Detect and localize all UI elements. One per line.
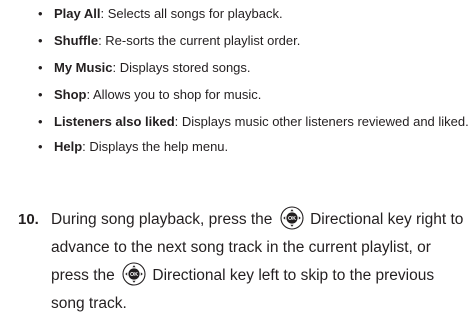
bullet-icon: • bbox=[38, 87, 43, 102]
bullet-icon: • bbox=[38, 114, 43, 129]
bullet-icon: • bbox=[38, 6, 43, 21]
ok-key-label: OK bbox=[130, 272, 138, 278]
list-item-shop: • Shop: Allows you to shop for music. bbox=[38, 86, 470, 104]
option-description: : Displays music other listeners reviewe… bbox=[174, 114, 469, 129]
option-term: My Music bbox=[54, 60, 113, 75]
ok-directional-key-icon: OK bbox=[122, 262, 146, 286]
option-description: : Displays stored songs. bbox=[112, 60, 251, 75]
list-item-play-all: • Play All: Selects all songs for playbac… bbox=[38, 5, 470, 23]
ok-directional-key-icon: OK bbox=[280, 206, 304, 230]
option-term: Shuffle bbox=[54, 33, 99, 48]
option-term: Help bbox=[54, 139, 83, 154]
option-term: Play All bbox=[54, 6, 101, 21]
manual-page: • Play All: Selects all songs for playbac… bbox=[0, 0, 473, 318]
menu-option-list: • Play All: Selects all songs for playbac… bbox=[38, 5, 470, 165]
option-description: : Displays the help menu. bbox=[82, 139, 229, 154]
ok-key-label: OK bbox=[288, 216, 296, 222]
bullet-icon: • bbox=[38, 139, 43, 154]
list-item-help: • Help: Displays the help menu. bbox=[38, 138, 470, 156]
bullet-icon: • bbox=[38, 60, 43, 75]
option-term: Shop bbox=[54, 87, 87, 102]
list-item-listeners-also-liked: • Listeners also liked: Displays music ot… bbox=[38, 113, 470, 131]
list-item-my-music: • My Music: Displays stored songs. bbox=[38, 59, 470, 77]
list-item-shuffle: • Shuffle: Re-sorts the current playlist … bbox=[38, 32, 470, 50]
bullet-icon: • bbox=[38, 33, 43, 48]
option-description: : Allows you to shop for music. bbox=[86, 87, 262, 102]
step-number: 10. bbox=[18, 211, 39, 228]
option-description: : Selects all songs for playback. bbox=[100, 6, 283, 21]
option-term: Listeners also liked bbox=[54, 114, 175, 129]
step-text-part-1: During song playback, press the bbox=[51, 211, 273, 228]
option-description: : Re-sorts the current playlist order. bbox=[98, 33, 301, 48]
step-text: During song playback, press the OK Direc… bbox=[51, 206, 469, 318]
